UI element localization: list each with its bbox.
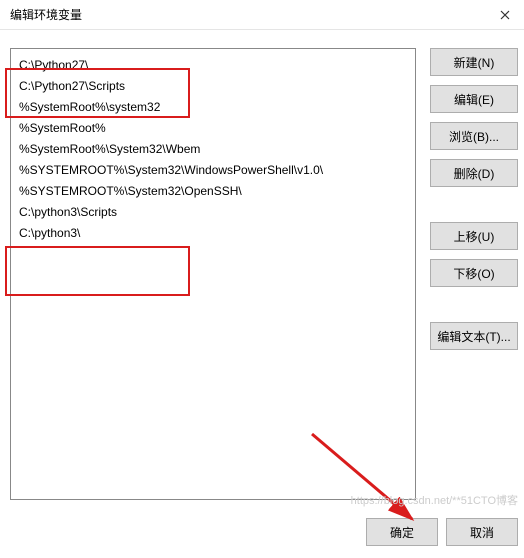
- list-item[interactable]: C:\python3\Scripts: [11, 202, 415, 223]
- list-item[interactable]: C:\python3\: [11, 223, 415, 244]
- list-item[interactable]: C:\Python27\: [11, 55, 415, 76]
- moveup-button[interactable]: 上移(U): [430, 222, 518, 250]
- list-item[interactable]: %SystemRoot%\system32: [11, 97, 415, 118]
- list-item[interactable]: %SYSTEMROOT%\System32\OpenSSH\: [11, 181, 415, 202]
- cancel-button[interactable]: 取消: [446, 518, 518, 546]
- edittext-button[interactable]: 编辑文本(T)...: [430, 322, 518, 350]
- dialog-footer-buttons: 确定 取消: [366, 518, 518, 546]
- dialog-content: C:\Python27\ C:\Python27\Scripts %System…: [0, 30, 524, 558]
- delete-button[interactable]: 删除(D): [430, 159, 518, 187]
- new-button[interactable]: 新建(N): [430, 48, 518, 76]
- list-item[interactable]: %SystemRoot%\System32\Wbem: [11, 139, 415, 160]
- browse-button[interactable]: 浏览(B)...: [430, 122, 518, 150]
- edit-button[interactable]: 编辑(E): [430, 85, 518, 113]
- movedown-button[interactable]: 下移(O): [430, 259, 518, 287]
- window-title: 编辑环境变量: [10, 6, 82, 23]
- list-item[interactable]: %SystemRoot%: [11, 118, 415, 139]
- titlebar: 编辑环境变量: [0, 0, 524, 30]
- ok-button[interactable]: 确定: [366, 518, 438, 546]
- path-listbox[interactable]: C:\Python27\ C:\Python27\Scripts %System…: [10, 48, 416, 500]
- list-item[interactable]: C:\Python27\Scripts: [11, 76, 415, 97]
- list-item[interactable]: %SYSTEMROOT%\System32\WindowsPowerShell\…: [11, 160, 415, 181]
- side-button-column: 新建(N) 编辑(E) 浏览(B)... 删除(D) 上移(U) 下移(O) 编…: [430, 48, 518, 350]
- close-icon[interactable]: [494, 4, 516, 26]
